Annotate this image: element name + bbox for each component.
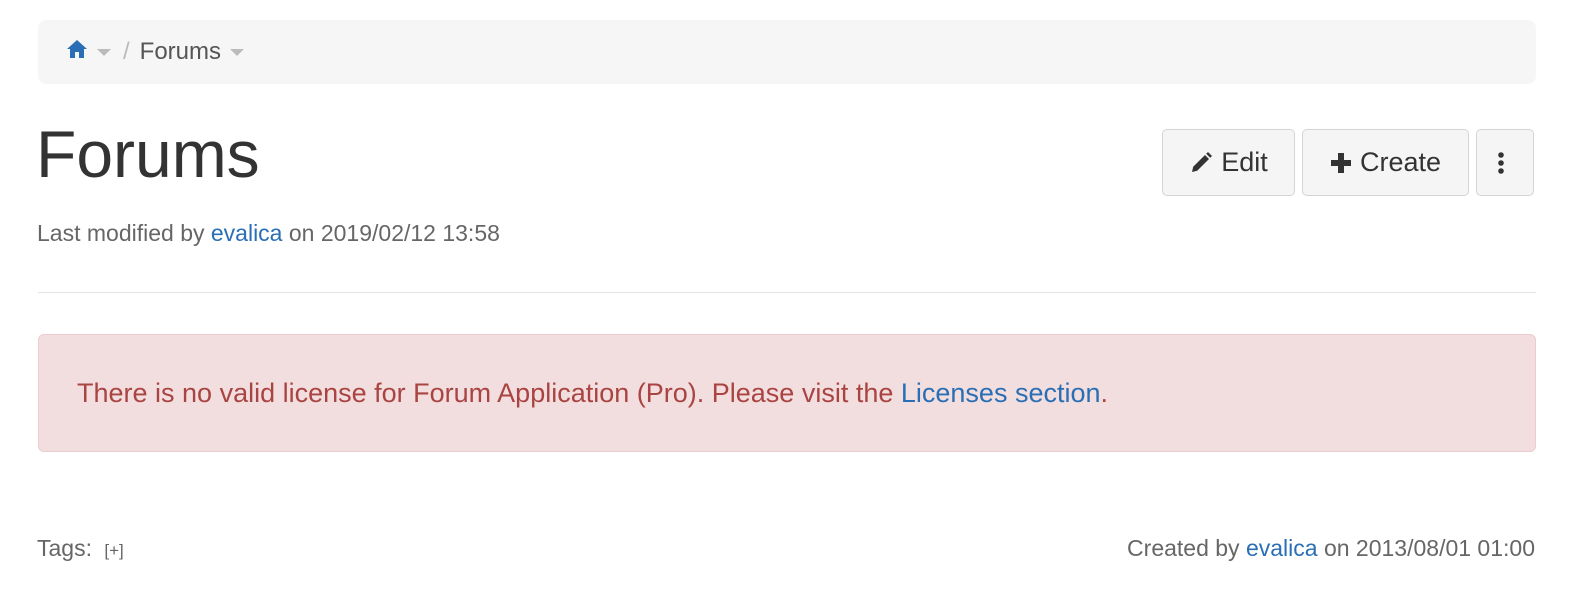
modified-user-link[interactable]: evalica <box>211 220 283 246</box>
alert-message-text: There is no valid license for Forum Appl… <box>77 377 894 408</box>
breadcrumb: / Forums <box>38 20 1536 84</box>
created-user-link[interactable]: evalica <box>1246 535 1318 561</box>
breadcrumb-home[interactable] <box>66 38 111 66</box>
license-error-alert: There is no valid license for Forum Appl… <box>38 334 1536 452</box>
divider <box>38 292 1536 293</box>
page-actions: Edit Create <box>1162 129 1534 196</box>
alert-suffix: . <box>1100 377 1109 408</box>
add-tag-button[interactable]: [+] <box>104 541 123 560</box>
chevron-down-icon[interactable] <box>97 48 111 56</box>
edit-button[interactable]: Edit <box>1162 129 1295 196</box>
plus-icon <box>1330 152 1351 173</box>
last-modified-info: Last modified by evalica on 2019/02/12 1… <box>37 220 500 247</box>
created-date: on 2013/08/01 01:00 <box>1323 535 1535 561</box>
home-icon[interactable] <box>66 38 88 66</box>
page-title: Forums <box>36 117 260 191</box>
modified-date: on 2019/02/12 13:58 <box>288 220 500 246</box>
more-vertical-icon <box>1498 151 1504 174</box>
more-actions-button[interactable] <box>1476 129 1534 196</box>
edit-button-label: Edit <box>1221 147 1268 177</box>
licenses-section-link[interactable]: Licenses section <box>901 378 1101 408</box>
modified-prefix: Last modified by <box>37 220 205 246</box>
created-prefix: Created by <box>1127 535 1240 561</box>
breadcrumb-item-forums[interactable]: Forums <box>140 38 221 66</box>
pencil-icon <box>1192 151 1213 172</box>
created-info: Created by evalica on 2013/08/01 01:00 <box>1127 535 1535 562</box>
create-button[interactable]: Create <box>1302 129 1469 196</box>
chevron-down-icon[interactable] <box>230 48 245 56</box>
breadcrumb-separator: / <box>123 38 130 65</box>
create-button-label: Create <box>1359 147 1442 177</box>
tags-label: Tags: <box>37 535 92 561</box>
tags-section: Tags: [+] <box>37 535 124 562</box>
alert-message: There is no valid license for Forum Appl… <box>77 378 1108 409</box>
